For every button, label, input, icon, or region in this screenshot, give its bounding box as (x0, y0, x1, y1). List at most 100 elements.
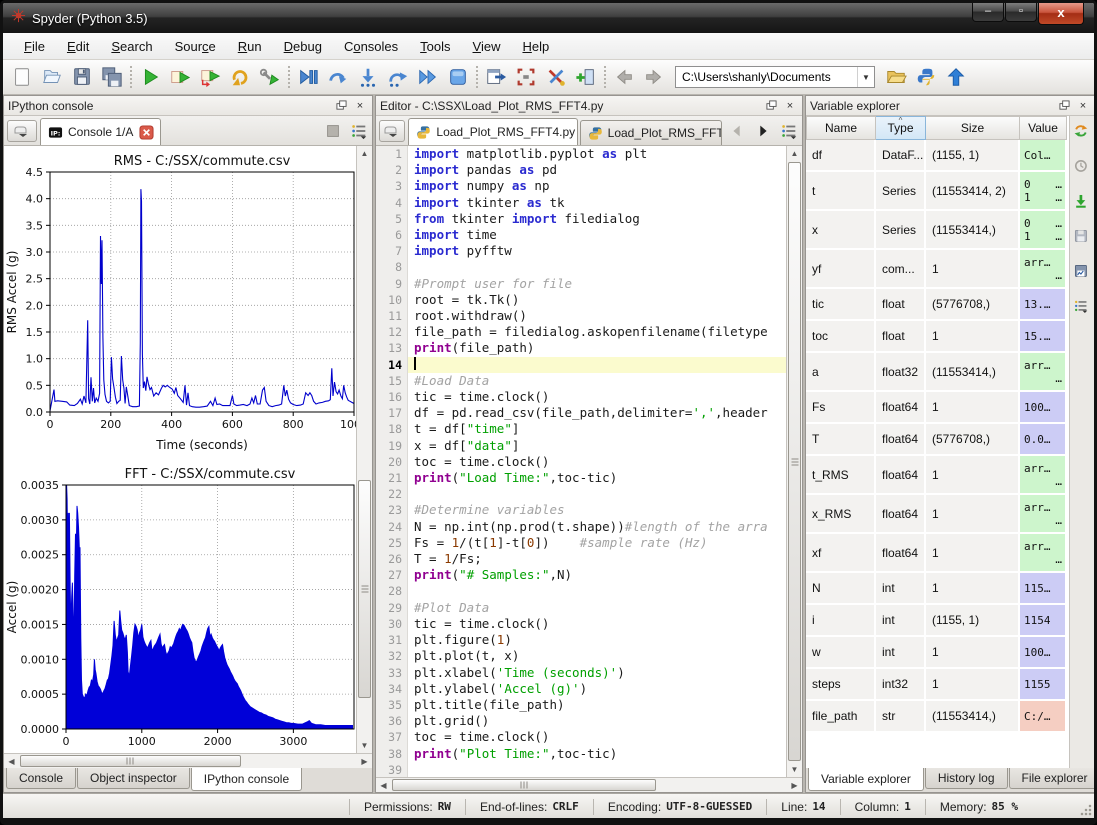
code-line-17[interactable]: df = pd.read_csv(file_path,delimiter=','… (376, 405, 786, 421)
console-tab[interactable]: IP: Console 1/A (40, 118, 161, 145)
console-hscrollbar[interactable]: ◀ ▶ (4, 753, 372, 768)
undock-icon[interactable] (763, 99, 779, 113)
code-line-33[interactable]: plt.xlabel('Time (seconds)') (376, 665, 786, 681)
fullscreen-icon[interactable] (513, 64, 539, 90)
code-line-19[interactable]: x = df["data"] (376, 438, 786, 454)
menu-tools[interactable]: Tools (409, 36, 461, 57)
tab-file-explorer[interactable]: File explorer (1009, 768, 1097, 789)
debug-continue-icon[interactable] (325, 64, 351, 90)
menu-run[interactable]: Run (227, 36, 273, 57)
code-line-26[interactable]: T = 1/Fs; (376, 551, 786, 567)
run-cell-icon[interactable] (167, 64, 193, 90)
menu-file[interactable]: File (13, 36, 56, 57)
save-data-icon[interactable] (1072, 226, 1094, 248)
variable-row-N[interactable]: Nint1115… (806, 573, 1069, 605)
column-header-name[interactable]: Name (806, 116, 876, 140)
tab-history-log[interactable]: History log (925, 768, 1008, 789)
console-hscroll-thumb[interactable] (20, 755, 241, 767)
code-line-28[interactable] (376, 583, 786, 599)
max-pane-icon[interactable] (483, 64, 509, 90)
console-vscrollbar[interactable]: ▲ ▼ (356, 146, 372, 753)
code-line-23[interactable]: #Determine variables (376, 502, 786, 518)
tab-scroll-left-icon[interactable] (726, 120, 748, 142)
code-line-20[interactable]: toc = time.clock() (376, 454, 786, 470)
new-file-icon[interactable] (9, 64, 35, 90)
run-icon[interactable] (137, 64, 163, 90)
tab-console[interactable]: Console (6, 768, 76, 789)
scroll-down-icon[interactable]: ▼ (787, 762, 802, 777)
code-line-5[interactable]: from tkinter import filedialog (376, 211, 786, 227)
open-folder-icon[interactable] (883, 64, 909, 90)
menu-search[interactable]: Search (100, 36, 163, 57)
console-options-icon[interactable] (348, 120, 370, 142)
go-up-icon[interactable] (943, 64, 969, 90)
run-config-icon[interactable] (257, 64, 283, 90)
editor-vscrollbar[interactable]: ▲ ▼ (786, 146, 802, 777)
save-all-icon[interactable] (99, 64, 125, 90)
code-line-25[interactable]: Fs = 1/(t[1]-t[0]) #sample rate (Hz) (376, 535, 786, 551)
interrupt-kernel-icon[interactable] (322, 120, 344, 142)
variable-row-file_path[interactable]: file_pathstr(11553414,)C:/… (806, 701, 1069, 733)
code-line-32[interactable]: plt.plot(t, x) (376, 648, 786, 664)
code-line-4[interactable]: import tkinter as tk (376, 195, 786, 211)
variable-row-yf[interactable]: yfcom...1arr…… (806, 250, 1069, 289)
code-line-8[interactable] (376, 259, 786, 275)
code-line-36[interactable]: plt.grid() (376, 713, 786, 729)
minimize-button[interactable]: – (972, 3, 1004, 22)
editor-tab-1[interactable]: Load_Plot_RMS_FFTW (580, 120, 722, 145)
fast-forward-icon[interactable] (415, 64, 441, 90)
editor-hscrollbar[interactable]: ◀ ▶ (376, 777, 802, 792)
code-line-6[interactable]: import time (376, 227, 786, 243)
run-again-icon[interactable] (227, 64, 253, 90)
variable-row-t_RMS[interactable]: t_RMSfloat641arr…… (806, 456, 1069, 495)
code-line-29[interactable]: #Plot Data (376, 600, 786, 616)
variable-row-x[interactable]: xSeries(11553414,)0…1… (806, 211, 1069, 250)
code-line-27[interactable]: print("# Samples:",N) (376, 567, 786, 583)
code-line-15[interactable]: #Load Data (376, 373, 786, 389)
code-line-35[interactable]: plt.title(file_path) (376, 697, 786, 713)
code-line-18[interactable]: t = df["time"] (376, 421, 786, 437)
tab-close-icon[interactable] (139, 125, 153, 139)
step-into-icon[interactable] (355, 64, 381, 90)
code-line-3[interactable]: import numpy as np (376, 178, 786, 194)
scroll-left-icon[interactable]: ◀ (376, 778, 391, 793)
variable-row-xf[interactable]: xffloat641arr…… (806, 534, 1069, 573)
close-pane-icon[interactable]: × (352, 99, 368, 113)
code-line-11[interactable]: root.withdraw() (376, 308, 786, 324)
variable-row-df[interactable]: dfDataF...(1155, 1)Col… (806, 140, 1069, 172)
variable-row-steps[interactable]: stepsint3211155 (806, 669, 1069, 701)
editor-vscroll-thumb[interactable] (788, 162, 801, 761)
variable-row-a[interactable]: afloat32(11553414,)arr…… (806, 353, 1069, 392)
maximize-button[interactable]: ▫ (1005, 3, 1037, 22)
code-line-12[interactable]: file_path = filedialog.askopenfilename(f… (376, 324, 786, 340)
editor-options-icon[interactable] (778, 120, 800, 142)
code-line-31[interactable]: plt.figure(1) (376, 632, 786, 648)
code-line-21[interactable]: print("Load Time:",toc-tic) (376, 470, 786, 486)
add-panel-icon[interactable] (573, 64, 599, 90)
back-icon[interactable] (611, 64, 637, 90)
import-data-icon[interactable] (1072, 191, 1094, 213)
python-path-icon[interactable] (913, 64, 939, 90)
variable-row-x_RMS[interactable]: x_RMSfloat641arr…… (806, 495, 1069, 534)
forward-icon[interactable] (641, 64, 667, 90)
tab-scroll-right-icon[interactable] (752, 120, 774, 142)
working-directory-combobox[interactable]: C:\Users\shanly\Documents▼ (675, 66, 875, 88)
variable-row-T[interactable]: Tfloat64(5776708,)0.0… (806, 424, 1069, 456)
code-line-30[interactable]: tic = time.clock() (376, 616, 786, 632)
undock-icon[interactable] (333, 99, 349, 113)
column-header-size[interactable]: Size (926, 116, 1020, 140)
refresh-icon[interactable] (1072, 121, 1094, 143)
step-over-icon[interactable] (385, 64, 411, 90)
tab-object-inspector[interactable]: Object inspector (77, 768, 190, 789)
code-line-7[interactable]: import pyfftw (376, 243, 786, 259)
run-cell-advance-icon[interactable] (197, 64, 223, 90)
code-line-37[interactable]: toc = time.clock() (376, 729, 786, 745)
console-vscroll-thumb[interactable] (358, 480, 371, 699)
close-button[interactable]: x (1038, 3, 1084, 25)
code-line-24[interactable]: N = np.int(np.prod(t.shape))#length of t… (376, 519, 786, 535)
editor-tab-0[interactable]: Load_Plot_RMS_FFT4.py (408, 118, 577, 145)
code-editor[interactable]: 1234567891011121314151617181920212223242… (376, 146, 786, 777)
code-line-9[interactable]: #Prompt user for file (376, 276, 786, 292)
menu-help[interactable]: Help (511, 36, 560, 57)
variable-row-tic[interactable]: ticfloat(5776708,)13.… (806, 289, 1069, 321)
